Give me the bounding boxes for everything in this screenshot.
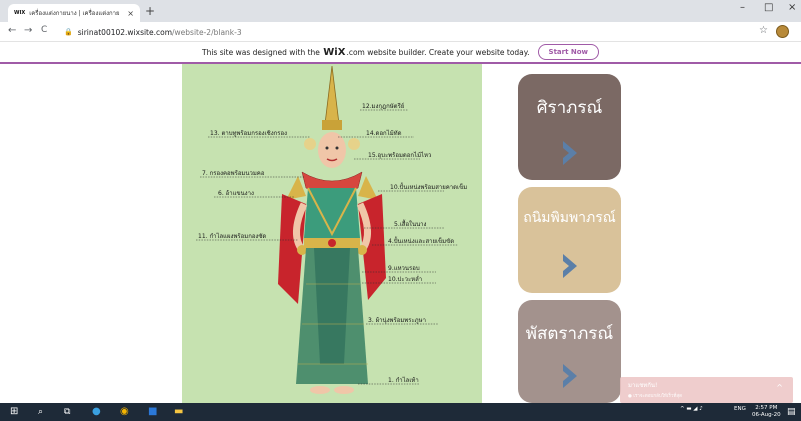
clock[interactable]: 2:57 PM 06-Aug-20 [752,405,781,419]
url-field[interactable]: 🔒 sirinat00102.wixsite.com/website-2/bla… [64,25,242,39]
card-title: พัสตราภรณ์ [525,324,614,344]
costume-label: 14.ดอกไม้ทัด [366,130,402,137]
start-now-button[interactable]: Start Now [537,44,600,60]
costume-label: 4.ปั้นเหน่งและสายเข็มขัด [388,238,455,245]
wix-banner: This site was designed with the WiX .com … [0,42,801,64]
url-host: sirinat00102.wixsite.com [77,27,173,37]
maximize-button[interactable]: □ [764,2,773,13]
reload-button[interactable]: C [41,25,47,35]
new-tab-button[interactable]: + [145,4,155,18]
wix-favicon-icon: WIX [14,10,26,16]
file-explorer-icon[interactable]: ▬ [174,405,183,419]
url-path: /website-2/blank-3 [172,27,242,37]
wix-banner-text-2: .com website builder. Create your websit… [346,47,530,57]
page-content: 12.มงกุฎกษัตรีย์ 13. ตาบทูพร้อมกรองเชิงก… [0,64,801,403]
lock-icon: 🔒 [64,28,73,36]
costume-label: 1. กำไลเท้า [388,377,419,384]
chat-widget[interactable]: มาแชทกัน! ● เราจะตอบกลับให้เร็วที่สุด ^ [620,377,793,403]
edge-icon[interactable]: ● [92,405,101,419]
costume-label: 10.ปะวะหล่ำ [388,276,423,283]
chat-subtitle: ● เราจะตอบกลับให้เร็วที่สุด [628,394,682,399]
clock-time: 2:57 PM [755,405,778,411]
costume-label: 11. กำไลแผงพร้อมกองซัด [198,233,267,240]
chevron-right-icon [562,364,577,388]
windows-start-icon[interactable]: ⊞ [10,405,18,419]
tab-title: เครื่องแต่งกายนาง | เครื่องแต่งกาย [29,10,120,17]
costume-label: 15.อุบะพร้อมดอกไม้ไหว [368,152,432,159]
costume-label: 6. อ้าแขนงาง [218,190,254,197]
card-sirabhorn[interactable]: ศิราภรณ์ [518,74,621,180]
card-phatsatrabhorn[interactable]: พัสตราภรณ์ [518,300,621,403]
chevron-right-icon [562,254,577,278]
browser-tab[interactable]: WIX เครื่องแต่งกายนาง | เครื่องแต่งกาย × [8,4,140,22]
tray-icons[interactable]: ^ ▬ ◢ ♪ [680,406,703,412]
costume-label: 12.มงกุฎกษัตรีย์ [362,103,405,110]
card-thanim-phimphabhorn[interactable]: ถนิมพิมพาภรณ์ [518,187,621,293]
tab-close-icon[interactable]: × [127,9,134,18]
chevron-right-icon [562,141,577,165]
task-view-icon[interactable]: ⧉ [64,405,70,419]
language-indicator[interactable]: ENG [734,406,746,412]
search-icon[interactable]: ⌕ [38,405,43,419]
wix-banner-text: This site was designed with the [201,47,320,57]
bookmark-star-icon[interactable]: ☆ [759,25,768,36]
word-icon[interactable]: ■ [148,405,157,419]
card-title: ศิราภรณ์ [536,98,603,118]
address-bar-row: ← → C 🔒 sirinat00102.wixsite.com/website… [0,22,801,42]
extension-icon[interactable] [776,25,789,38]
chrome-icon[interactable]: ◉ [120,405,129,419]
forward-button[interactable]: → [24,25,32,36]
costume-label: 5.เสื้อในนาง [394,221,427,228]
costume-label: 3. ผ้านุ่งพร้อมพระภูษา [368,317,426,324]
chat-title: มาแชทกัน! [628,382,658,389]
minimize-button[interactable]: – [740,2,745,13]
costume-label: 10.ปั้นเหน่งพร้อมสายคาดเข็ม [390,184,468,191]
clock-date: 06-Aug-20 [752,412,781,418]
windows-taskbar: ⊞ ⌕ ⧉ ● ◉ ■ ▬ ^ ▬ ◢ ♪ ENG 2:57 PM 06-Aug… [0,403,801,421]
notification-icon[interactable]: ▤ [787,405,796,419]
costume-label: 13. ตาบทูพร้อมกรองเชิงกรอง [210,130,288,137]
costume-label: 9.แหวนรอบ [388,265,420,272]
browser-tab-strip: WIX เครื่องแต่งกายนาง | เครื่องแต่งกาย ×… [0,0,801,22]
card-title: ถนิมพิมพาภรณ์ [523,210,616,226]
close-window-button[interactable]: × [788,2,796,13]
costume-label: 7. กรองคอพร้อมนวมคอ [202,170,265,177]
back-button[interactable]: ← [8,25,16,36]
wix-logo: WiX [323,46,346,58]
costume-diagram: 12.มงกุฎกษัตรีย์ 13. ตาบทูพร้อมกรองเชิงก… [182,64,482,403]
chevron-up-icon[interactable]: ^ [776,383,783,392]
